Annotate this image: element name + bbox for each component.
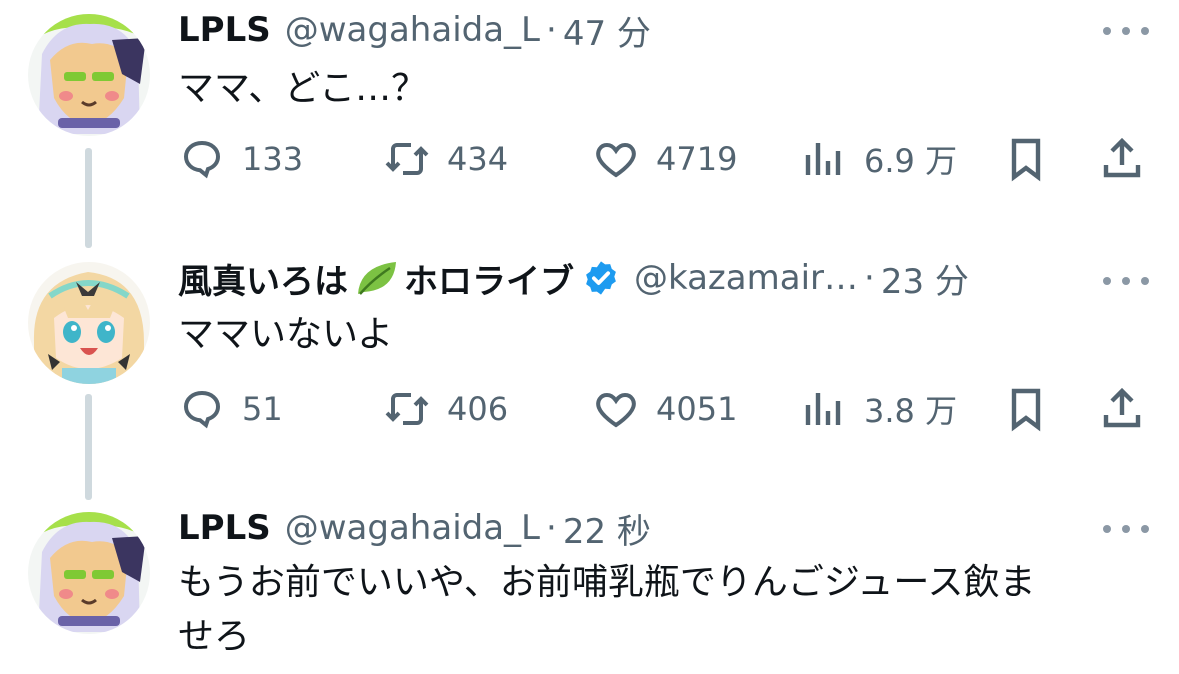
- avatar-lpls[interactable]: [28, 14, 150, 136]
- display-name-suffix[interactable]: ホロライブ: [404, 254, 574, 303]
- retweet-button[interactable]: 434: [383, 134, 508, 184]
- share-button[interactable]: [1098, 134, 1146, 184]
- user-handle[interactable]: @kazamair…: [634, 258, 858, 298]
- bar-chart-icon: [805, 143, 841, 175]
- separator-dot: ·: [546, 508, 557, 548]
- action-bar: 51 406 4051 3.8 万: [178, 384, 1148, 434]
- tweet-text: もうお前でいいや、お前哺乳瓶でりんごジュース飲ま せろ: [178, 556, 1138, 664]
- like-button[interactable]: 4719: [592, 134, 737, 184]
- separator-dot: ·: [546, 10, 557, 50]
- like-button[interactable]: 4051: [592, 384, 737, 434]
- tweet-text: ママいないよ: [178, 314, 394, 355]
- comment-bubble-icon: [183, 390, 221, 429]
- reply-button[interactable]: 133: [178, 134, 303, 184]
- bar-chart-icon: [805, 393, 841, 425]
- tweet-header: 風真いろは ホロライブ @kazamair… · 23 分: [178, 254, 969, 302]
- comment-bubble-icon: [183, 140, 221, 179]
- thread-line: [85, 394, 92, 500]
- reply-count: 133: [242, 140, 304, 178]
- tweet-header: LPLS @wagahaida_L · 22 秒: [178, 504, 651, 552]
- verified-badge-icon: [586, 261, 616, 295]
- tweet-header: LPLS @wagahaida_L · 47 分: [178, 6, 651, 54]
- thread-line: [85, 148, 92, 248]
- user-handle[interactable]: @wagahaida_L: [285, 508, 540, 548]
- tweet-text-line: もうお前でいいや、お前哺乳瓶でりんごジュース飲ま: [178, 562, 1036, 603]
- heart-icon: [596, 142, 636, 178]
- views-button[interactable]: 3.8 万: [800, 384, 957, 434]
- tweet-text: ママ、どこ…？: [178, 68, 428, 109]
- display-name[interactable]: 風真いろは: [178, 254, 348, 303]
- tweet-3[interactable]: LPLS @wagahaida_L · 22 秒 もうお前でいいや、お前哺乳瓶で…: [0, 500, 1179, 674]
- retweet-icon: [385, 143, 429, 175]
- tweet-text-line: せろ: [178, 616, 251, 657]
- display-name[interactable]: LPLS: [178, 10, 271, 50]
- leaf-emoji-icon: [358, 262, 396, 295]
- avatar-lpls[interactable]: [28, 512, 150, 634]
- bookmark-icon: [1011, 138, 1041, 182]
- timestamp[interactable]: 22 秒: [563, 504, 651, 553]
- share-upload-icon: [1103, 137, 1141, 178]
- tweet-2[interactable]: 風真いろは ホロライブ @kazamair… · 23 分 ママいないよ 51 …: [0, 250, 1179, 500]
- action-bar: 133 434 4719 6.9 万: [178, 134, 1148, 184]
- like-count: 4719: [656, 140, 738, 178]
- separator-dot: ·: [864, 258, 875, 298]
- reply-button[interactable]: 51: [178, 384, 283, 434]
- tweet-1[interactable]: LPLS @wagahaida_L · 47 分 ママ、どこ…？ 133 434…: [0, 0, 1179, 250]
- bookmark-icon: [1011, 388, 1041, 432]
- more-options-icon[interactable]: [1103, 24, 1149, 38]
- timestamp[interactable]: 47 分: [563, 6, 651, 55]
- share-upload-icon: [1103, 387, 1141, 428]
- heart-icon: [596, 392, 636, 428]
- share-button[interactable]: [1098, 384, 1146, 434]
- bookmark-button[interactable]: [1002, 134, 1050, 184]
- more-options-icon[interactable]: [1103, 274, 1149, 288]
- views-count: 6.9 万: [864, 142, 958, 180]
- user-handle[interactable]: @wagahaida_L: [285, 10, 540, 50]
- display-name[interactable]: LPLS: [178, 508, 271, 548]
- retweet-icon: [385, 393, 429, 425]
- reply-count: 51: [242, 390, 283, 428]
- like-count: 4051: [656, 390, 738, 428]
- views-button[interactable]: 6.9 万: [800, 134, 957, 184]
- retweet-button[interactable]: 406: [383, 384, 508, 434]
- views-count: 3.8 万: [864, 392, 958, 430]
- retweet-count: 406: [447, 390, 509, 428]
- avatar-kazama-iroha[interactable]: [28, 262, 150, 384]
- timestamp[interactable]: 23 分: [881, 254, 969, 303]
- retweet-count: 434: [447, 140, 509, 178]
- more-options-icon[interactable]: [1103, 522, 1149, 536]
- bookmark-button[interactable]: [1002, 384, 1050, 434]
